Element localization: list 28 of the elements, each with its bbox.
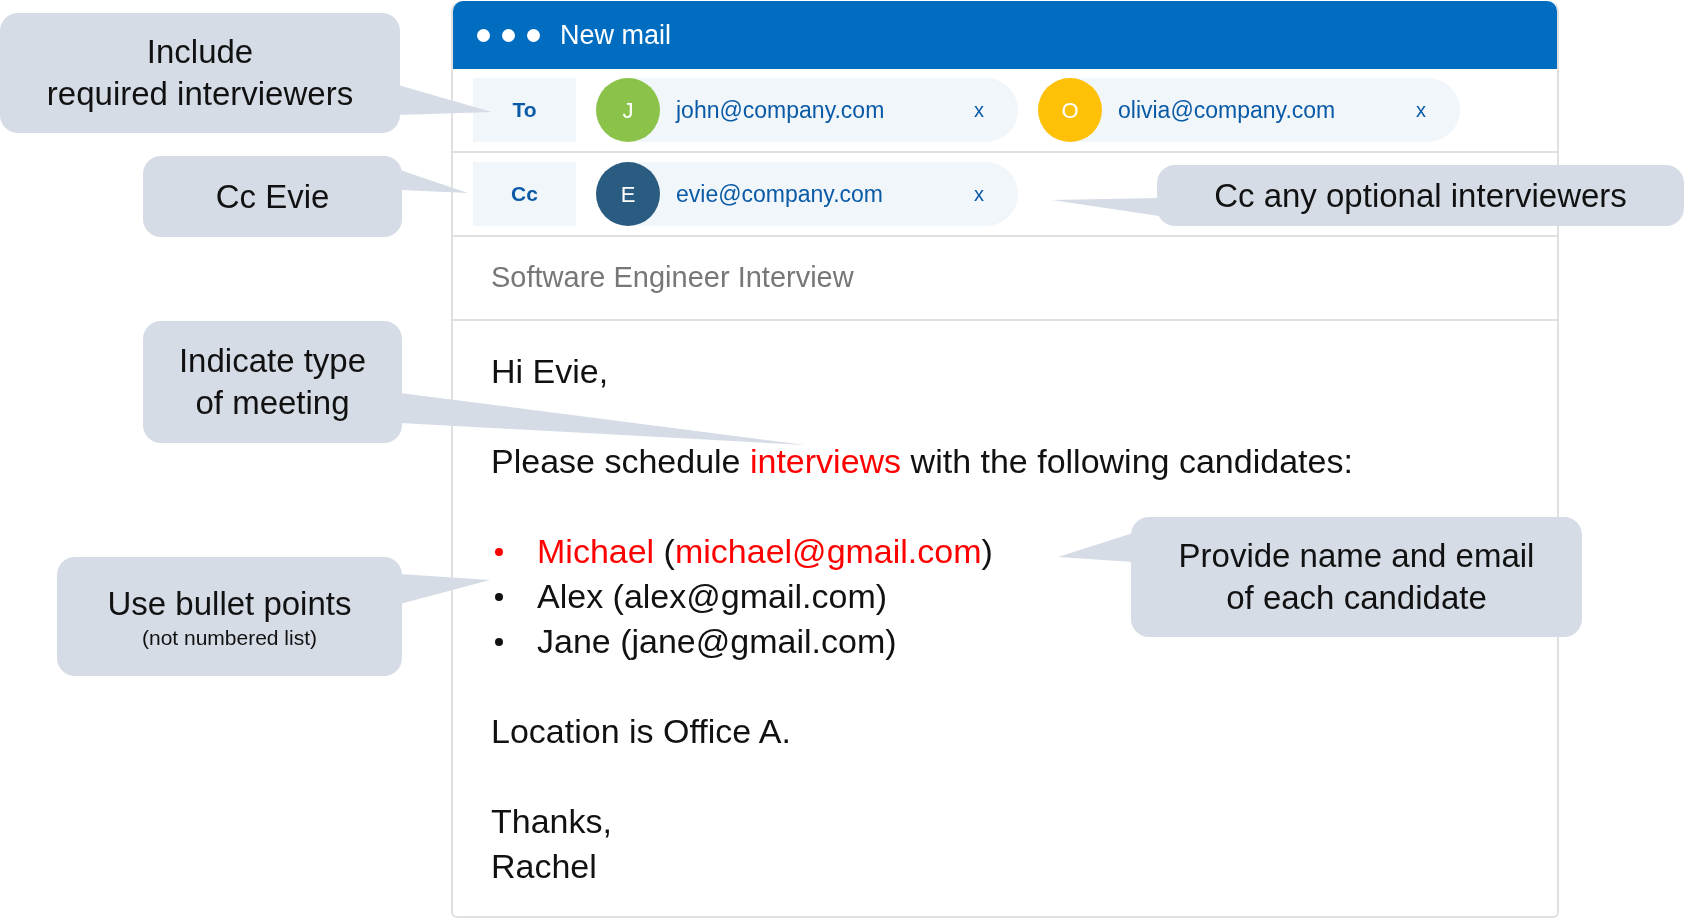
avatar: J — [596, 78, 660, 142]
body-text: Location is Office A. — [491, 711, 792, 752]
list-item-text: Jane (jane@gmail.com) — [537, 621, 897, 662]
remove-button[interactable]: x — [970, 95, 988, 125]
list-item-text: Alex (alex@gmail.com) — [537, 576, 888, 617]
remove-button[interactable]: x — [1412, 95, 1430, 125]
body-text: Please schedule interviews with the following candidates: — [491, 441, 1354, 482]
callout-text: Indicate type of meeting — [178, 341, 367, 423]
field-label: To — [473, 78, 576, 142]
callout-text: Use bullet points — [107, 583, 352, 624]
avatar: O — [1038, 78, 1102, 142]
callout-note: (not numbered list) — [141, 624, 318, 651]
window-title: New mail — [560, 18, 672, 52]
subject-text: Software Engineer Interview — [491, 260, 854, 296]
callout-text: Cc Evie — [215, 176, 330, 217]
callout-text: Include required interviewers — [46, 32, 354, 114]
field-label: Cc — [473, 162, 576, 226]
callout-text: Provide name and email of each candidate — [1178, 536, 1535, 618]
body-text: Thanks, — [491, 801, 613, 842]
recipient-email: evie@company.com — [676, 179, 884, 209]
callout-text: Cc any optional interviewers — [1214, 175, 1627, 216]
remove-button[interactable]: x — [970, 179, 988, 209]
list-item-text: Michael (michael@gmail.com) — [537, 531, 993, 572]
body-text: Rachel — [491, 846, 598, 887]
body-text: Hi Evie, — [491, 351, 610, 392]
recipient-email: john@company.com — [676, 95, 886, 125]
avatar: E — [596, 162, 660, 226]
recipient-email: olivia@company.com — [1118, 95, 1337, 125]
